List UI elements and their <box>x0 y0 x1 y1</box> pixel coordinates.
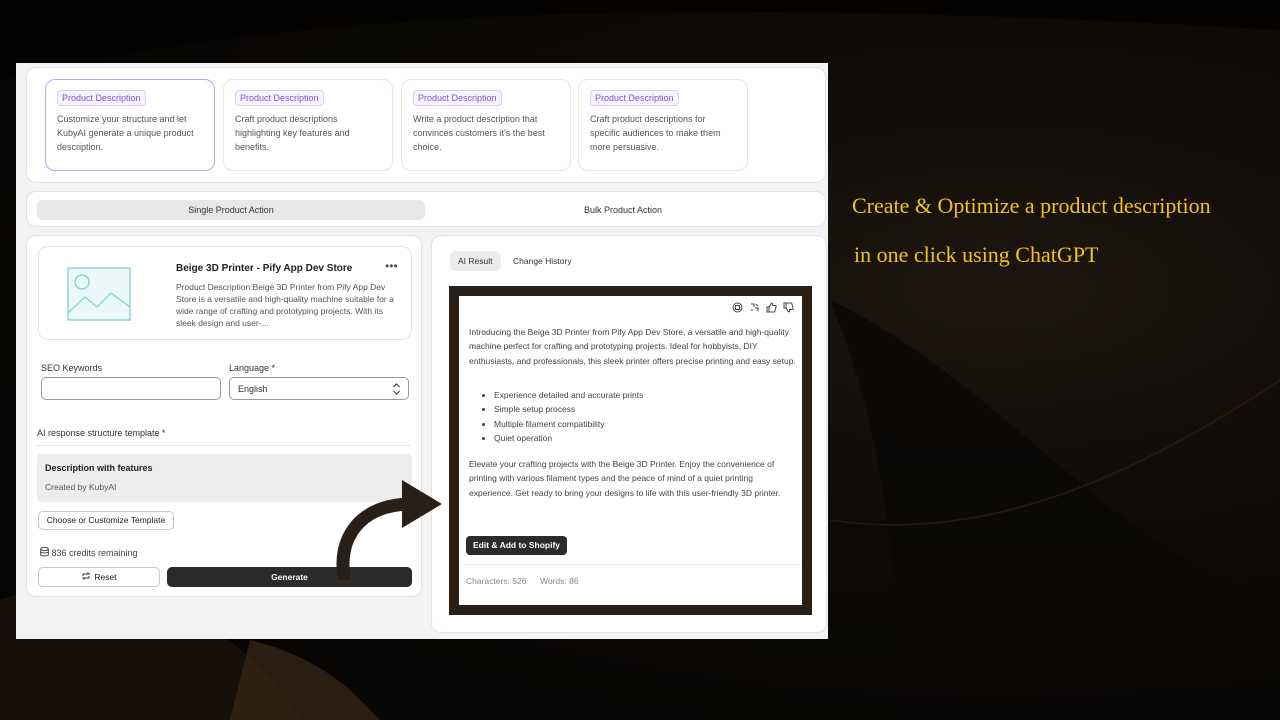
result-feature-list: Experience detailed and accurate prints … <box>484 388 794 445</box>
database-icon <box>40 546 49 557</box>
image-placeholder-icon <box>67 267 131 321</box>
regenerate-icon[interactable] <box>749 302 760 313</box>
chevron-up-down-icon <box>393 383 400 395</box>
template-description: Write a product description that convinc… <box>413 114 545 152</box>
template-title: Description with features <box>45 463 153 473</box>
template-badge: Product Description <box>57 90 146 106</box>
list-item: Quiet operation <box>494 431 794 445</box>
list-item: Experience detailed and accurate prints <box>494 388 794 402</box>
caption-line-1: Create & Optimize a product description <box>852 193 1211 218</box>
template-card-3[interactable]: Product Description Write a product desc… <box>401 79 571 171</box>
seo-keywords-input[interactable] <box>41 377 221 400</box>
result-actions <box>732 302 794 313</box>
template-card-2[interactable]: Product Description Craft product descri… <box>223 79 393 171</box>
bulk-product-action-tab[interactable]: Bulk Product Action <box>429 200 817 220</box>
result-outro: Elevate your crafting projects with the … <box>469 459 781 498</box>
structure-template-label: AI response structure template * <box>37 428 166 438</box>
template-description: Customize your structure and let KubyAI … <box>57 114 194 152</box>
template-badge: Product Description <box>590 90 679 106</box>
single-product-action-tab[interactable]: Single Product Action <box>37 200 425 220</box>
tab-change-history[interactable]: Change History <box>505 251 580 271</box>
copy-icon[interactable] <box>732 302 743 313</box>
reset-label: Reset <box>94 572 117 582</box>
credits-text: 836 credits remaining <box>51 548 138 558</box>
thumbs-down-icon[interactable] <box>783 302 794 313</box>
credits-remaining: 836 credits remaining <box>40 546 138 558</box>
template-badge: Product Description <box>413 90 502 106</box>
choose-template-button[interactable]: Choose or Customize Template <box>38 511 174 530</box>
word-count: Words: 86 <box>540 576 579 586</box>
list-item: Multiple filament compatibility <box>494 417 794 431</box>
caption-line-2: in one click using ChatGPT <box>854 242 1099 267</box>
thumbs-up-icon[interactable] <box>766 302 777 313</box>
template-card-1[interactable]: Product Description Customize your struc… <box>45 79 215 171</box>
product-description: Product Description:Beige 3D Printer fro… <box>176 282 394 328</box>
template-author: Created by KubyAI <box>45 482 117 492</box>
language-label: Language * <box>229 363 276 373</box>
curved-arrow-icon <box>336 480 442 580</box>
template-description: Craft product descriptions for specific … <box>590 114 721 152</box>
result-intro: Introducing the Beige 3D Printer from Pi… <box>469 327 796 366</box>
template-cards: Product Description Customize your struc… <box>26 67 826 183</box>
language-value: English <box>238 384 268 394</box>
character-count: Characters: 526 <box>466 576 527 586</box>
action-mode-toggle: Single Product Action Bulk Product Actio… <box>26 191 826 227</box>
divider <box>465 564 801 565</box>
more-options-icon[interactable]: ••• <box>385 259 398 273</box>
ai-result-panel: AI Result Change History Introducing the… <box>431 235 827 633</box>
ai-result-box: Introducing the Beige 3D Printer from Pi… <box>449 286 812 615</box>
divider <box>37 445 410 446</box>
reset-button[interactable]: Reset <box>38 567 160 587</box>
seo-keywords-label: SEO Keywords <box>41 363 103 373</box>
template-description: Craft product descriptions highlighting … <box>235 114 350 152</box>
product-title: Beige 3D Printer - Pify App Dev Store <box>176 263 353 274</box>
tab-ai-result[interactable]: AI Result <box>450 251 501 271</box>
product-card[interactable]: Beige 3D Printer - Pify App Dev Store ••… <box>38 246 412 340</box>
template-badge: Product Description <box>235 90 324 106</box>
refresh-icon <box>82 572 91 580</box>
list-item: Simple setup process <box>494 402 794 416</box>
edit-add-to-shopify-button[interactable]: Edit & Add to Shopify <box>466 536 567 555</box>
language-select[interactable]: English <box>229 377 409 400</box>
template-card-4[interactable]: Product Description Craft product descri… <box>578 79 748 171</box>
